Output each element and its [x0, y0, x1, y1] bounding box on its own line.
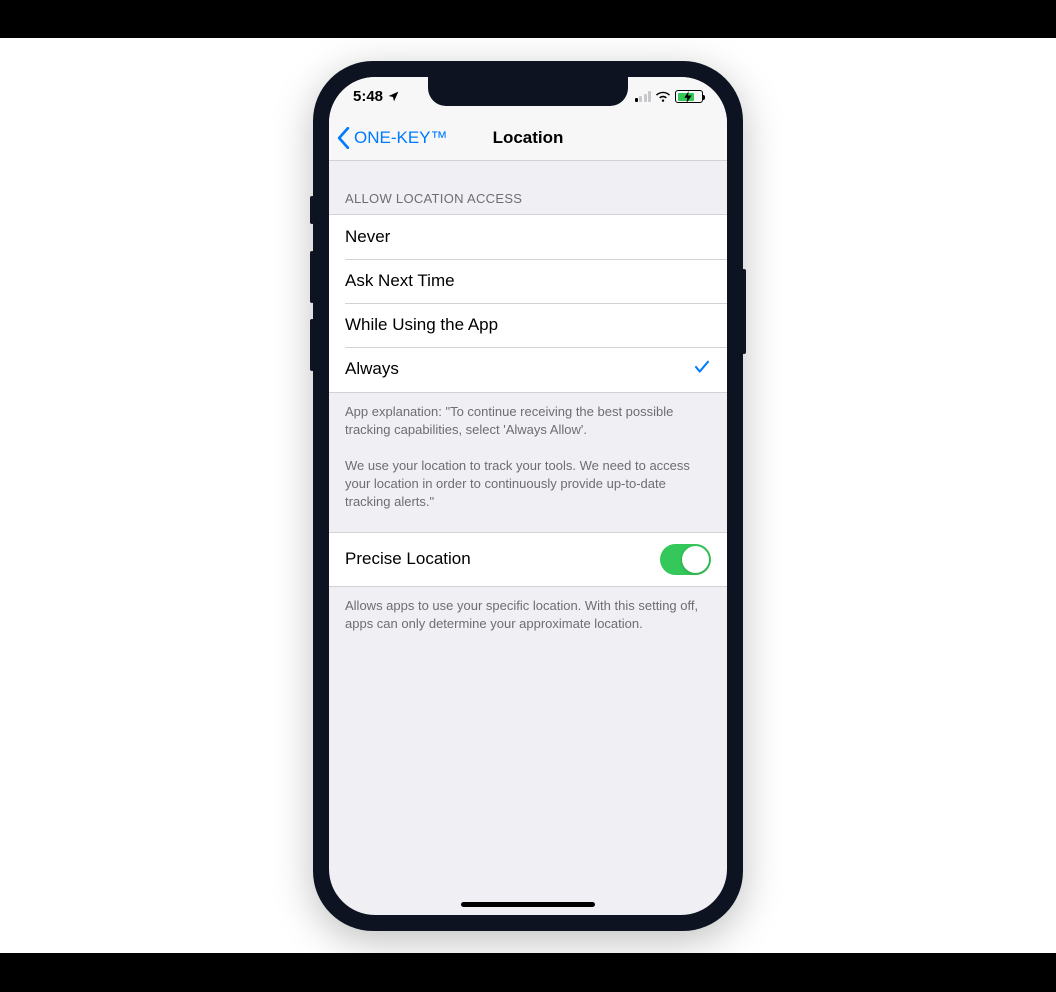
precise-footer-text: Allows apps to use your specific locatio… [329, 587, 727, 653]
option-label: Never [345, 227, 390, 247]
precise-location-group: Precise Location [329, 532, 727, 587]
volume-down-button [310, 319, 314, 371]
option-ask-next-time[interactable]: Ask Next Time [329, 259, 727, 303]
option-always[interactable]: Always [329, 347, 727, 392]
power-button [742, 269, 746, 354]
notch [428, 77, 628, 106]
navigation-bar: ONE-KEY™ Location [329, 117, 727, 161]
volume-up-button [310, 251, 314, 303]
location-access-options: Never Ask Next Time While Using the App … [329, 214, 727, 393]
toggle-knob [682, 546, 709, 573]
settings-content: ALLOW LOCATION ACCESS Never Ask Next Tim… [329, 161, 727, 654]
letterbox-top [0, 0, 1056, 38]
option-never[interactable]: Never [329, 215, 727, 259]
option-while-using[interactable]: While Using the App [329, 303, 727, 347]
precise-location-label: Precise Location [345, 549, 471, 569]
precise-location-toggle[interactable] [660, 544, 711, 575]
back-label: ONE-KEY™ [354, 128, 448, 148]
wifi-icon [655, 91, 671, 103]
explanation-text: App explanation: "To continue receiving … [329, 393, 727, 532]
option-label: While Using the App [345, 315, 498, 335]
cellular-signal-icon [635, 91, 652, 102]
location-arrow-icon [387, 90, 400, 103]
home-indicator[interactable] [461, 902, 595, 907]
letterbox-bottom [0, 953, 1056, 992]
option-label: Always [345, 359, 399, 379]
charging-bolt-icon [684, 91, 692, 106]
option-label: Ask Next Time [345, 271, 455, 291]
status-time: 5:48 [353, 88, 383, 105]
page-title: Location [493, 128, 564, 148]
mute-switch [310, 196, 314, 224]
phone-frame: 5:48 [313, 61, 743, 931]
precise-location-row[interactable]: Precise Location [329, 533, 727, 586]
back-button[interactable]: ONE-KEY™ [329, 127, 448, 149]
checkmark-icon [693, 358, 711, 381]
phone-screen: 5:48 [329, 77, 727, 915]
chevron-left-icon [337, 127, 350, 149]
stage: 5:48 [0, 38, 1056, 953]
section-header-location-access: ALLOW LOCATION ACCESS [329, 161, 727, 214]
battery-icon [675, 90, 703, 103]
